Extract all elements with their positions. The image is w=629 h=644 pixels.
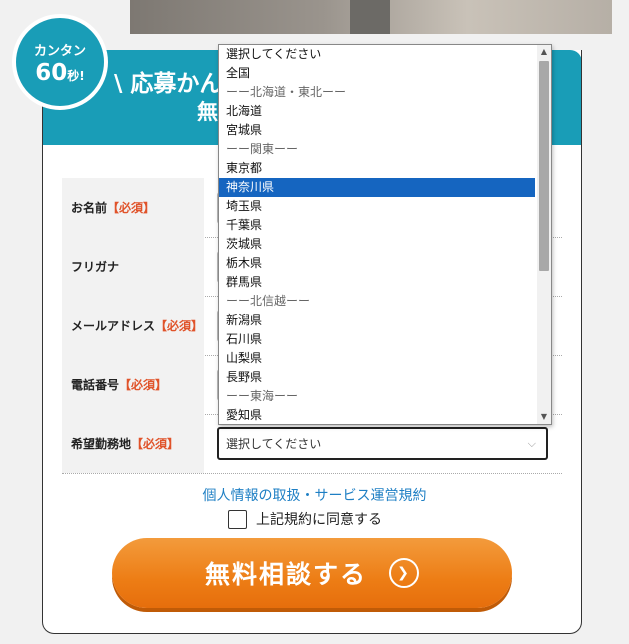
field-label-text: 電話番号 — [71, 378, 120, 392]
scrollbar-thumb[interactable] — [539, 61, 549, 271]
dropdown-option[interactable]: 長野県 — [219, 368, 535, 387]
dropdown-option[interactable]: 愛知県 — [219, 406, 535, 424]
location-select-value: 選択してください — [226, 437, 322, 451]
field-label-text: メールアドレス — [71, 319, 156, 333]
dropdown-option[interactable]: 栃木県 — [219, 254, 535, 273]
dropdown-options: 選択してください 全国ーー北海道・東北ーー北海道 宮城県ーー関東ーー東京都 神奈川県埼… — [219, 45, 535, 424]
agree-label: 上記規約に同意する — [256, 512, 382, 528]
speed-badge: カンタン 60秒! — [12, 14, 108, 110]
field-label: 電話番号 【必須】 — [62, 355, 204, 414]
dropdown-option[interactable]: 群馬県 — [219, 273, 535, 292]
field-label-text: フリガナ — [71, 260, 120, 274]
dropdown-scrollbar[interactable]: ▲ ▼ — [537, 45, 551, 424]
dropdown-option[interactable]: 石川県 — [219, 330, 535, 349]
dropdown-group-header: ーー関東ーー — [226, 142, 299, 156]
badge-unit: 秒! — [67, 69, 85, 83]
hero-tie-shape — [350, 0, 390, 34]
badge-text: カンタン — [33, 44, 86, 59]
chevron-right-circle-icon: ❯ — [389, 558, 419, 588]
chevron-down-icon: ⌵ — [527, 437, 536, 450]
field-label: メールアドレス 【必須】 — [62, 296, 204, 355]
dropdown-option[interactable]: 千葉県 — [219, 216, 535, 235]
scroll-up-arrow-icon[interactable]: ▲ — [537, 45, 551, 59]
privacy-policy-link[interactable]: 個人情報の取扱・サービス運営規約 — [0, 485, 629, 505]
dropdown-option[interactable]: 北海道 — [219, 102, 535, 121]
dropdown-option[interactable]: 選択してください — [219, 45, 535, 64]
dropdown-option[interactable]: 東京都 — [219, 159, 535, 178]
dropdown-option[interactable]: 埼玉県 — [219, 197, 535, 216]
badge-seconds: 60秒! — [16, 60, 104, 86]
dropdown-option[interactable]: 全国 — [219, 64, 535, 83]
field-label: お名前 【必須】 — [62, 178, 204, 237]
form-header-subtitle: 無 — [197, 100, 218, 124]
required-badge: 【必須】 — [119, 378, 168, 392]
dropdown-option[interactable]: 新潟県 — [219, 311, 535, 330]
dropdown-group-header: ーー北信越ーー — [226, 294, 311, 308]
dropdown-group-header: ーー北海道・東北ーー — [226, 85, 347, 99]
dropdown-option[interactable]: 宮城県 — [219, 121, 535, 140]
location-select[interactable]: 選択してください ⌵ — [217, 427, 548, 460]
dropdown-option[interactable]: 茨城県 — [219, 235, 535, 254]
required-badge: 【必須】 — [131, 437, 180, 451]
field-label: フリガナ — [62, 237, 204, 296]
dropdown-option[interactable]: 山梨県 — [219, 349, 535, 368]
cta-label: 無料相談する — [204, 560, 367, 589]
free-consultation-button[interactable]: 無料相談する ❯ — [112, 538, 512, 608]
field-label-text: 希望勤務地 — [71, 437, 132, 451]
dropdown-group-header: ーー東海ーー — [226, 389, 299, 403]
agree-terms[interactable]: 上記規約に同意する — [228, 509, 382, 529]
badge-number: 60 — [35, 60, 68, 86]
scroll-down-arrow-icon[interactable]: ▼ — [537, 410, 551, 424]
required-badge: 【必須】 — [107, 201, 156, 215]
location-dropdown-list[interactable]: 選択してください 全国ーー北海道・東北ーー北海道 宮城県ーー関東ーー東京都 神奈川県埼… — [218, 44, 552, 425]
required-badge: 【必須】 — [155, 319, 204, 333]
dropdown-option[interactable]: 神奈川県 — [219, 178, 535, 197]
field-label: 希望勤務地 【必須】 — [62, 414, 204, 473]
hero-photo — [130, 0, 612, 34]
form-header-title: \ 応募かん — [114, 71, 223, 97]
agree-checkbox[interactable] — [228, 509, 247, 529]
field-label-text: お名前 — [71, 201, 108, 215]
